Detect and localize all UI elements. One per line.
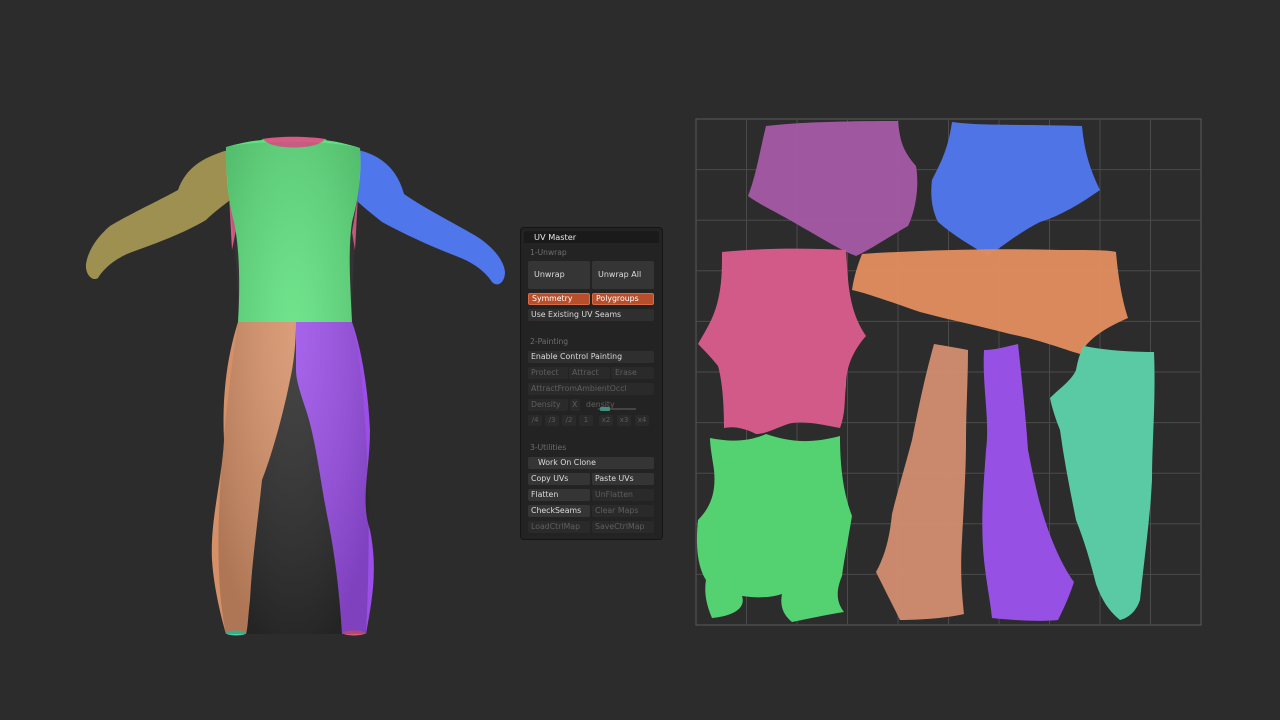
symmetry-toggle[interactable]: Symmetry — [528, 293, 590, 305]
density-div4-button[interactable]: /4 — [528, 415, 542, 426]
body-model[interactable] — [85, 136, 505, 636]
body-shading — [218, 141, 369, 634]
protect-button[interactable]: Protect — [528, 367, 568, 379]
save-ctrl-map-button[interactable]: SaveCtrlMap — [592, 521, 654, 533]
attract-from-ambient-occlusion-button[interactable]: AttractFromAmbientOccl — [528, 383, 654, 395]
density-slider-knob[interactable] — [600, 407, 610, 411]
polygroups-toggle[interactable]: Polygroups — [592, 293, 654, 305]
density-x-button[interactable]: X — [570, 399, 580, 411]
uv-island-back-upper — [748, 121, 918, 256]
copy-uvs-button[interactable]: Copy UVs — [528, 473, 590, 485]
work-on-clone-button[interactable]: Work On Clone — [528, 457, 654, 469]
uv-island-green — [696, 434, 852, 622]
check-seams-button[interactable]: CheckSeams — [528, 505, 590, 517]
enable-control-painting-toggle[interactable]: Enable Control Painting — [528, 351, 654, 363]
paste-uvs-button[interactable]: Paste UVs — [592, 473, 654, 485]
flatten-button[interactable]: Flatten — [528, 489, 590, 501]
density-1-button[interactable]: 1 — [579, 415, 593, 426]
clear-maps-button[interactable]: Clear Maps — [592, 505, 654, 517]
unwrap-button[interactable]: Unwrap — [528, 261, 590, 289]
uv-island-front-upper — [931, 122, 1100, 256]
density-div3-button[interactable]: /3 — [545, 415, 559, 426]
uv-island-orange — [852, 249, 1128, 354]
density-x4-button[interactable]: x4 — [635, 415, 649, 426]
density-div2-button[interactable]: /2 — [562, 415, 576, 426]
erase-button[interactable]: Erase — [611, 367, 654, 379]
uv-island-pink — [698, 248, 866, 434]
section-unwrap: 1-Unwrap — [530, 248, 567, 257]
section-painting: 2-Painting — [530, 337, 569, 346]
density-button[interactable]: Density — [528, 399, 568, 411]
attract-button[interactable]: Attract — [569, 367, 610, 379]
load-ctrl-map-button[interactable]: LoadCtrlMap — [528, 521, 590, 533]
section-utilities: 3-Utilities — [530, 443, 567, 452]
uv-island-tan-leg — [876, 344, 968, 620]
right-arm-polygroup — [356, 150, 505, 285]
uv-master-panel: UV Master 1-Unwrap Unwrap Unwrap All Sym… — [520, 227, 663, 540]
density-x2-button[interactable]: x2 — [599, 415, 613, 426]
unflatten-button[interactable]: UnFlatten — [592, 489, 654, 501]
left-arm-polygroup — [85, 150, 230, 280]
panel-title: UV Master — [524, 231, 659, 243]
use-existing-uv-seams-toggle[interactable]: Use Existing UV Seams — [528, 309, 654, 321]
density-x3-button[interactable]: x3 — [617, 415, 631, 426]
uv-island-purple-leg — [982, 344, 1074, 621]
uv-map[interactable] — [695, 118, 1202, 626]
unwrap-all-button[interactable]: Unwrap All — [592, 261, 654, 289]
